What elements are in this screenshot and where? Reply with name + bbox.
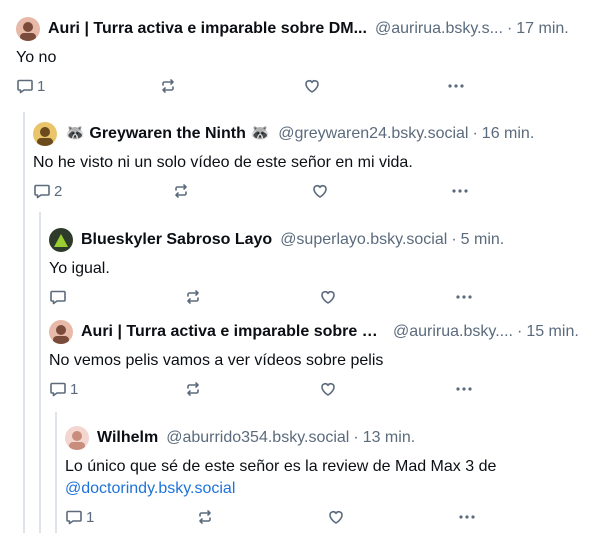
reply-button[interactable]: 1 bbox=[49, 380, 78, 398]
thread-line-level-1 bbox=[23, 112, 25, 533]
like-button[interactable] bbox=[303, 77, 321, 95]
reply-count: 1 bbox=[86, 508, 95, 526]
like-button[interactable] bbox=[319, 380, 337, 398]
author-handle[interactable]: @greywaren24.bsky.social bbox=[278, 123, 468, 145]
post-text: Yo no bbox=[16, 49, 57, 66]
like-button[interactable] bbox=[327, 508, 345, 526]
reply-icon bbox=[33, 182, 51, 200]
reply-post[interactable]: Auri | Turra activa e imparable sobre DM… bbox=[16, 17, 586, 99]
reply-count: 1 bbox=[70, 380, 79, 398]
like-button[interactable] bbox=[319, 288, 337, 306]
author-name[interactable]: Auri | Turra activa e imparable sobre DM… bbox=[48, 18, 367, 40]
reply-icon bbox=[16, 77, 34, 95]
heart-icon bbox=[311, 182, 329, 200]
post-actions: 1 bbox=[49, 380, 589, 402]
repost-button[interactable] bbox=[184, 288, 202, 306]
repost-icon bbox=[184, 380, 202, 398]
reply-button[interactable] bbox=[49, 288, 70, 306]
post-text: Lo único que sé de este señor es la revi… bbox=[65, 456, 590, 500]
author-handle[interactable]: @superlayo.bsky.social bbox=[280, 229, 447, 251]
reply-icon bbox=[65, 508, 83, 526]
time-separator: · bbox=[451, 231, 457, 248]
heart-icon bbox=[319, 288, 337, 306]
post-text: No he visto ni un solo vídeo de este señ… bbox=[33, 154, 413, 171]
author-handle[interactable]: @aurirua.bsky.... bbox=[393, 321, 513, 343]
more-options-button[interactable] bbox=[454, 380, 474, 398]
reply-post[interactable]: Blueskyler Sabroso Layo @superlayo.bsky.… bbox=[49, 228, 589, 310]
mention-link[interactable]: @doctorindy.bsky.social bbox=[65, 480, 235, 497]
repost-button[interactable] bbox=[159, 77, 177, 95]
post-header: Auri | Turra activa e imparable sobre DM… bbox=[16, 17, 586, 41]
avatar[interactable] bbox=[49, 320, 73, 344]
post-actions: 1 bbox=[16, 77, 586, 99]
post-header: 🦝 Greywaren the Ninth 🦝 @greywaren24.bsk… bbox=[33, 122, 588, 146]
reply-post[interactable]: Wilhelm @aburrido354.bsky.social · 13 mi… bbox=[65, 426, 590, 530]
time-separator: · bbox=[472, 125, 478, 142]
repost-button[interactable] bbox=[184, 380, 202, 398]
more-options-button[interactable] bbox=[457, 508, 477, 526]
reply-post[interactable]: Auri | Turra activa e imparable sobre D.… bbox=[49, 320, 589, 402]
ellipsis-icon bbox=[454, 288, 474, 306]
time-separator: · bbox=[516, 323, 523, 340]
repost-icon bbox=[159, 77, 177, 95]
reply-count: 2 bbox=[54, 182, 63, 200]
avatar[interactable] bbox=[16, 17, 40, 41]
reply-count: 1 bbox=[37, 77, 46, 95]
heart-icon bbox=[319, 380, 337, 398]
repost-icon bbox=[196, 508, 214, 526]
post-text-body: Lo único que sé de este señor es la revi… bbox=[65, 458, 497, 475]
reply-icon bbox=[49, 288, 67, 306]
ellipsis-icon bbox=[450, 182, 470, 200]
repost-button[interactable] bbox=[196, 508, 214, 526]
heart-icon bbox=[327, 508, 345, 526]
reply-button[interactable]: 1 bbox=[65, 508, 94, 526]
post-actions: 1 bbox=[65, 508, 590, 530]
more-options-button[interactable] bbox=[446, 77, 466, 95]
post-time[interactable]: 15 min. bbox=[526, 321, 578, 343]
post-header: Wilhelm @aburrido354.bsky.social · 13 mi… bbox=[65, 426, 590, 450]
ellipsis-icon bbox=[446, 77, 466, 95]
post-text: Yo igual. bbox=[49, 260, 110, 277]
ellipsis-icon bbox=[457, 508, 477, 526]
thread-line-level-2 bbox=[39, 212, 41, 533]
post-actions bbox=[49, 288, 589, 310]
post-time[interactable]: 16 min. bbox=[482, 123, 534, 145]
post-header: Blueskyler Sabroso Layo @superlayo.bsky.… bbox=[49, 228, 589, 252]
heart-icon bbox=[303, 77, 321, 95]
avatar[interactable] bbox=[49, 228, 73, 252]
post-text: No vemos pelis vamos a ver vídeos sobre … bbox=[49, 352, 384, 369]
ellipsis-icon bbox=[454, 380, 474, 398]
author-name[interactable]: Wilhelm bbox=[97, 427, 158, 449]
post-time[interactable]: 13 min. bbox=[363, 427, 415, 449]
post-header: Auri | Turra activa e imparable sobre D.… bbox=[49, 320, 589, 344]
reply-button[interactable]: 1 bbox=[16, 77, 45, 95]
post-time[interactable]: 5 min. bbox=[461, 229, 505, 251]
post-time[interactable]: 17 min. bbox=[516, 18, 568, 40]
repost-icon bbox=[184, 288, 202, 306]
reply-post[interactable]: 🦝 Greywaren the Ninth 🦝 @greywaren24.bsk… bbox=[33, 122, 588, 204]
author-handle[interactable]: @aburrido354.bsky.social bbox=[166, 427, 349, 449]
more-options-button[interactable] bbox=[450, 182, 470, 200]
time-separator: · bbox=[353, 429, 359, 446]
reply-button[interactable]: 2 bbox=[33, 182, 62, 200]
author-name[interactable]: Blueskyler Sabroso Layo bbox=[81, 229, 272, 251]
author-name[interactable]: 🦝 Greywaren the Ninth 🦝 bbox=[65, 123, 270, 145]
avatar[interactable] bbox=[65, 426, 89, 450]
thread-line-level-3 bbox=[55, 412, 57, 533]
avatar[interactable] bbox=[33, 122, 57, 146]
time-separator: · bbox=[506, 20, 513, 37]
reply-icon bbox=[49, 380, 67, 398]
like-button[interactable] bbox=[311, 182, 329, 200]
post-actions: 2 bbox=[33, 182, 588, 204]
author-name[interactable]: Auri | Turra activa e imparable sobre D.… bbox=[81, 321, 385, 343]
author-handle[interactable]: @aurirua.bsky.s... bbox=[375, 18, 503, 40]
more-options-button[interactable] bbox=[454, 288, 474, 306]
repost-icon bbox=[172, 182, 190, 200]
repost-button[interactable] bbox=[172, 182, 190, 200]
